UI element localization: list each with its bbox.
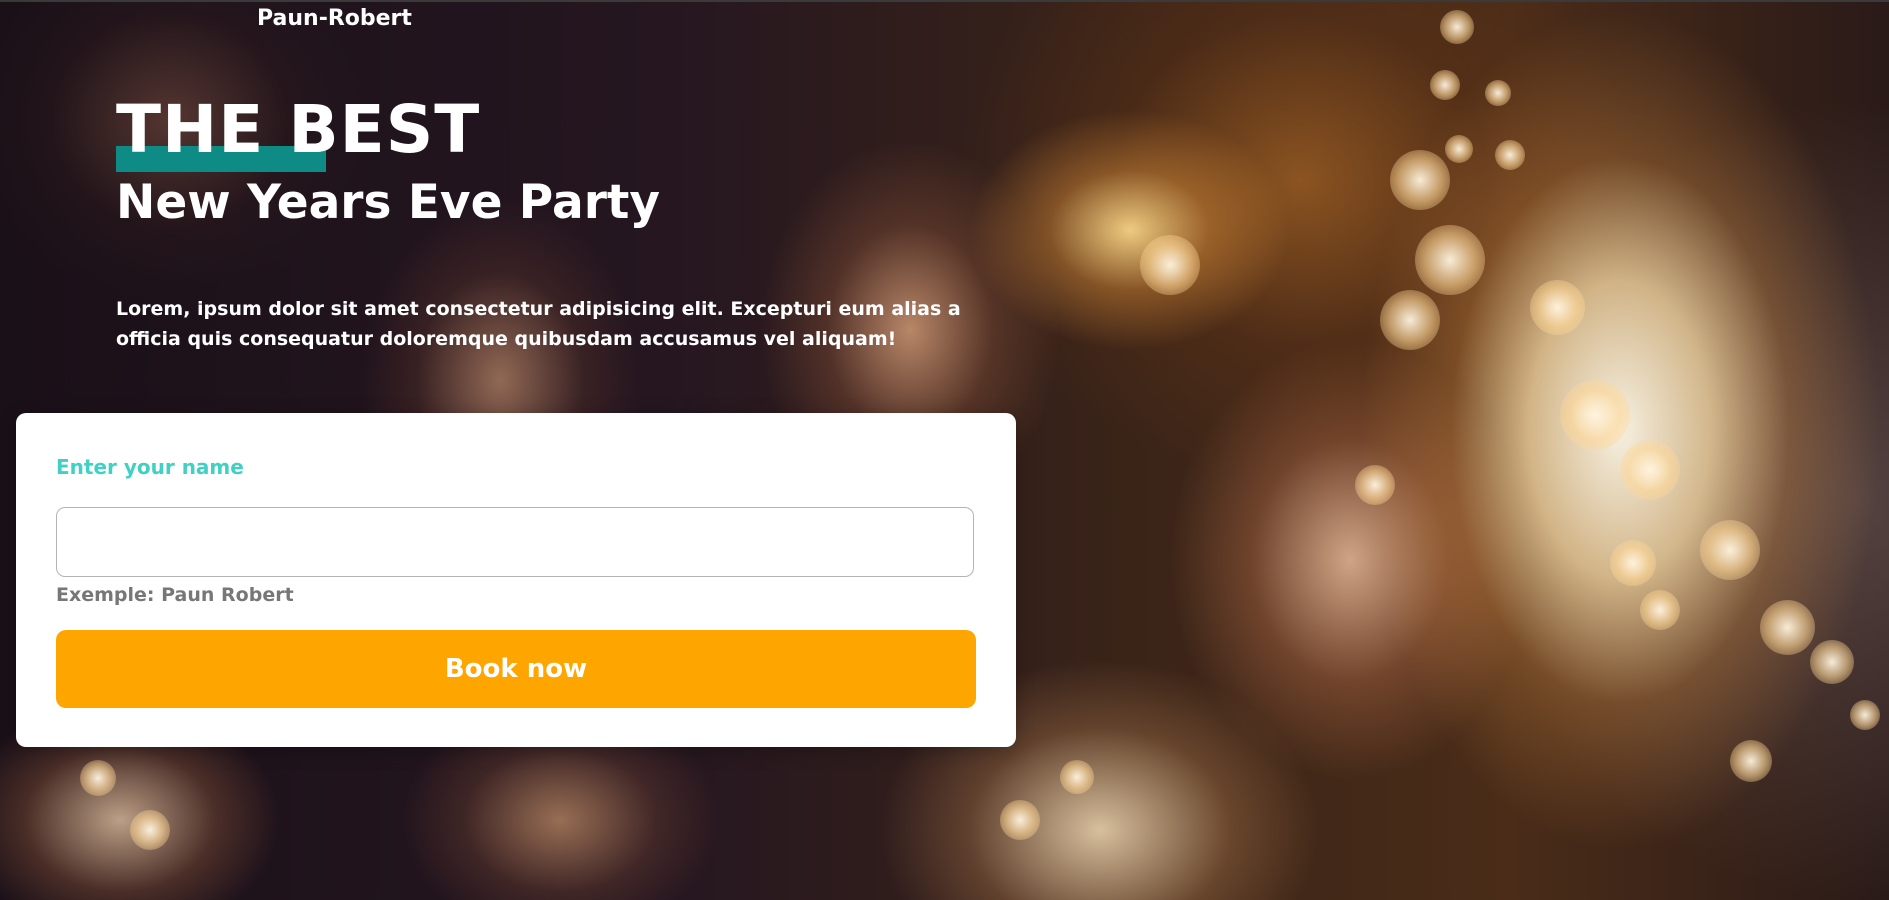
hero-description: Lorem, ipsum dolor sit amet consectetur …: [116, 298, 961, 350]
book-now-button[interactable]: Book now: [56, 630, 976, 708]
top-border: [0, 0, 1889, 2]
hero-subtitle: New Years Eve Party: [116, 175, 660, 230]
booking-form-card: Enter your name Exemple: Paun Robert Boo…: [16, 413, 1016, 747]
hero-title: THE BEST: [116, 91, 481, 168]
brand-name: Paun-Robert: [257, 6, 412, 31]
page: Paun-Robert THE BEST New Years Eve Party…: [0, 0, 1889, 900]
name-input[interactable]: [56, 507, 974, 577]
name-field-hint: Exemple: Paun Robert: [56, 584, 294, 606]
name-field-label: Enter your name: [56, 455, 244, 479]
